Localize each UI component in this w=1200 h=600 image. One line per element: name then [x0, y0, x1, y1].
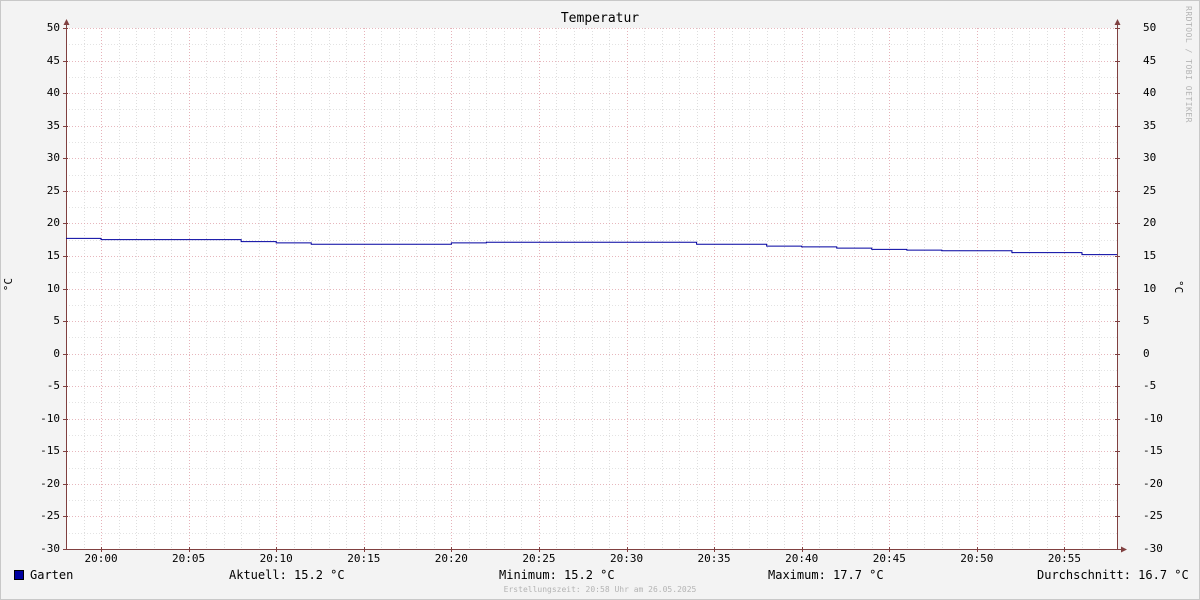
y-tick-label-right: -20	[1143, 476, 1163, 490]
y-tick-label-left: 10	[46, 281, 60, 295]
y-tick-label-right: -25	[1143, 509, 1163, 523]
y-tick-label-left: 25	[46, 183, 60, 197]
y-tick-label-left: 35	[46, 118, 60, 132]
chart-canvas	[63, 19, 1127, 553]
y-tick-label-right: 40	[1143, 86, 1157, 100]
legend-maximum: Maximum: 17.7 °C	[768, 568, 884, 582]
y-tick-label-left: -30	[40, 542, 60, 555]
y-tick-label-left: 0	[53, 346, 60, 360]
y-tick-label-left: 15	[46, 248, 60, 262]
y-tick-label-left: 45	[46, 53, 60, 67]
y-tick-label-left: -20	[40, 476, 60, 490]
x-tick-label: 20:30	[609, 552, 644, 565]
y-axis-label-right: °C	[1172, 280, 1185, 294]
y-tick-label-left: -15	[40, 444, 60, 458]
y-tick-label-left: -10	[40, 411, 60, 425]
x-tick-label: 20:05	[172, 552, 206, 565]
y-tick-label-right: 35	[1143, 118, 1157, 132]
y-tick-label-left: 5	[53, 314, 60, 328]
x-tick-label: 20:45	[872, 552, 906, 565]
x-tick-label: 20:25	[522, 552, 556, 565]
x-tick-label: 20:00	[84, 552, 118, 565]
chart-title: Temperatur	[560, 11, 640, 26]
legend-current: Aktuell: 15.2 °C	[229, 568, 345, 582]
y-tick-label-left: -25	[40, 509, 60, 523]
y-tick-label-right: 10	[1143, 281, 1157, 295]
x-tick-label: 20:55	[1047, 552, 1081, 565]
y-tick-label-right: 0	[1143, 346, 1150, 360]
y-tick-label-right: 25	[1143, 183, 1157, 197]
legend-swatch	[14, 570, 24, 580]
y-tick-label-right: 50	[1143, 21, 1157, 34]
y-tick-label-left: -5	[46, 379, 60, 393]
x-tick-label: 20:40	[785, 552, 819, 565]
x-tick-label: 20:35	[697, 552, 731, 565]
x-axis-arrow	[1121, 546, 1127, 553]
footer-timestamp: Erstellungszeit: 20:58 Uhr am 26.05.2025	[503, 585, 697, 594]
y-tick-label-right: 30	[1143, 151, 1157, 165]
y-tick-label-right: -10	[1143, 411, 1163, 425]
x-tick-label: 20:50	[960, 552, 994, 565]
legend-average: Durchschnitt: 16.7 °C	[1037, 568, 1189, 582]
x-tick-label: 20:20	[434, 552, 468, 565]
legend-series-name: Garten	[30, 568, 74, 582]
watermark: RRDTOOL / TOBI OETIKER	[1184, 6, 1193, 123]
y-tick-label-right: 45	[1143, 53, 1157, 67]
y-tick-label-left: 50	[46, 21, 60, 34]
y-tick-label-right: 20	[1143, 216, 1157, 230]
legend-minimum: Minimum: 15.2 °C	[499, 568, 615, 582]
y-tick-label-left: 30	[46, 151, 60, 165]
y-tick-label-right: 15	[1143, 248, 1157, 262]
y-tick-label-right: 5	[1143, 314, 1150, 328]
y-tick-label-right: -30	[1143, 542, 1163, 555]
x-tick-label: 20:10	[259, 552, 293, 565]
y-tick-label-left: 40	[46, 86, 60, 100]
y-tick-label-right: -15	[1143, 444, 1163, 458]
y-tick-label-left: 20	[46, 216, 60, 230]
y-tick-label-right: -5	[1143, 379, 1157, 393]
x-tick-label: 20:15	[347, 552, 381, 565]
